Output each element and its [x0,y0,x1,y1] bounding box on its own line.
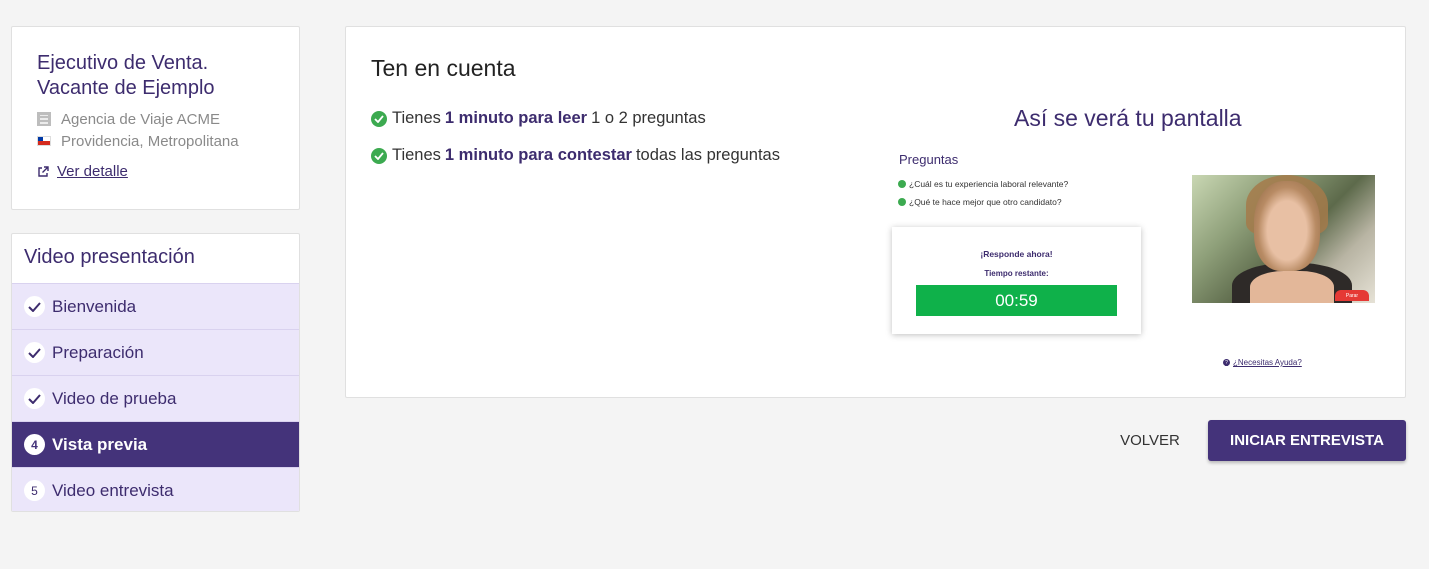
preview-help-label: ¿Necesitas Ayuda? [1233,358,1302,367]
preview-answer-box: ¡Responde ahora! Tiempo restante: 00:59 [892,227,1141,334]
preview-respond-now: ¡Responde ahora! [980,249,1053,259]
location-row: Providencia, Metropolitana [37,132,274,150]
location-name: Providencia, Metropolitana [61,132,239,150]
page-title: Ten en cuenta [371,55,516,81]
step-number-badge: 5 [24,480,45,501]
preview-question: ¿Qué te hace mejor que otro candidato? [898,197,1062,207]
step-vista-previa[interactable]: 4 Vista previa [12,421,299,467]
preview-question-text: ¿Qué te hace mejor que otro candidato? [909,197,1062,207]
company-row: Agencia de Viaje ACME [37,110,274,128]
tip-pre: Tienes [392,146,441,164]
step-label: Video de prueba [52,388,177,408]
preview-help-link: ? ¿Necesitas Ayuda? [1223,358,1302,367]
back-button[interactable]: VOLVER [1108,420,1192,461]
step-number-badge: 4 [24,434,45,455]
check-circle-icon [898,180,906,188]
tip-bold: 1 minuto para contestar [444,146,632,164]
view-detail-label: Ver detalle [57,163,128,180]
steps-title: Video presentación [24,246,195,268]
check-icon [24,342,45,363]
tip-bold: 1 minuto para leer [444,109,588,127]
check-circle-icon [371,147,387,164]
preview-question-text: ¿Cuál es tu experiencia laboral relevant… [909,179,1069,189]
step-label: Video entrevista [52,480,174,500]
chile-flag-icon [37,136,51,146]
preview-questions-title: Preguntas [899,152,959,167]
job-title: Ejecutivo de Venta. Vacante de Ejemplo [37,52,215,99]
preview-stop-button: Parar [1335,290,1369,301]
job-card: Ejecutivo de Venta. Vacante de Ejemplo A… [11,26,300,210]
preview-webcam-image: Parar [1192,175,1375,303]
tip-answer: Tienes 1 minuto para contestar todas las… [371,146,780,165]
tip-read: Tienes 1 minuto para leer 1 o 2 pregunta… [371,109,706,128]
step-label: Bienvenida [52,296,137,316]
question-icon: ? [1223,359,1230,366]
check-circle-icon [371,110,387,127]
steps-panel: Video presentación Bienvenida Preparació… [11,233,300,512]
preview-time-remaining: Tiempo restante: [984,269,1049,278]
step-label: Preparación [52,342,144,362]
step-bienvenida[interactable]: Bienvenida [12,283,299,329]
preview-timer: 00:59 [916,285,1117,316]
tip-post: todas las preguntas [635,146,780,164]
company-name: Agencia de Viaje ACME [61,110,220,128]
start-interview-button[interactable]: INICIAR ENTREVISTA [1208,420,1406,461]
step-video-de-prueba[interactable]: Video de prueba [12,375,299,421]
tip-pre: Tienes [392,109,441,127]
check-circle-icon [898,198,906,206]
tip-post: 1 o 2 preguntas [591,109,706,127]
building-icon [37,112,51,126]
check-icon [24,296,45,317]
view-detail-link[interactable]: Ver detalle [37,163,274,180]
main-card: Ten en cuenta Tienes 1 minuto para leer … [345,26,1406,398]
step-preparacion[interactable]: Preparación [12,329,299,375]
preview-question: ¿Cuál es tu experiencia laboral relevant… [898,179,1068,189]
preview-title: Así se verá tu pantalla [1014,105,1242,131]
check-icon [24,388,45,409]
step-label: Vista previa [52,434,148,454]
external-link-icon [38,165,49,177]
step-video-entrevista[interactable]: 5 Video entrevista [12,467,299,511]
